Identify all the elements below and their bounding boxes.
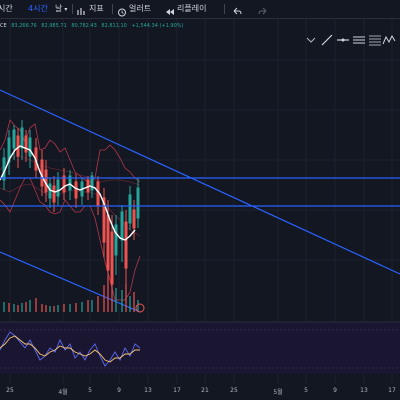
alert-button[interactable]: 얼러트 <box>129 3 151 15</box>
trendlines <box>0 89 400 313</box>
x-axis-tick-label: 13 <box>360 387 368 394</box>
rewind-icon[interactable] <box>165 3 175 15</box>
trading-chart-app: 시간 4시간 날 ▾ 지표 얼러트 리플레이 CE 83,266.76 82,98… <box>0 0 400 400</box>
x-axis-tick-label: 4월 <box>58 389 68 396</box>
oscillator-panel <box>0 321 400 374</box>
undo-icon[interactable] <box>232 3 242 15</box>
x-axis-tick-label: 21 <box>201 387 209 394</box>
redo-icon[interactable] <box>258 3 268 15</box>
interval-4h-button[interactable]: 4시간 <box>28 3 48 15</box>
horizontal-line-tool-icon[interactable] <box>336 32 350 46</box>
x-axis-tick-label: 25 <box>6 387 14 394</box>
x-axis-tick-label: 25 <box>230 387 238 394</box>
x-axis-tick-label: 17 <box>173 387 181 394</box>
ohlc-change: +1,544.34 (+1.90%) <box>131 23 184 29</box>
chevron-down-icon: ▾ <box>64 6 68 13</box>
toolbar-divider <box>112 4 113 14</box>
toolbar-divider <box>72 4 73 14</box>
collapse-icon[interactable] <box>304 32 318 46</box>
alarm-clock-icon[interactable] <box>117 3 127 17</box>
interval-dropdown[interactable]: 날 ▾ <box>55 3 67 15</box>
x-axis-tick-label: 9 <box>117 387 121 394</box>
x-axis-tick-label: 5 <box>88 387 92 394</box>
chart-canvas[interactable] <box>0 0 400 400</box>
descending-trendline-upper <box>0 89 400 275</box>
time-axis[interactable]: 25 4월 5 9 13 17 21 25 5월 5 9 13 17 <box>0 384 400 400</box>
ohlc-readout: CE 83,266.76 82,985.71 80,782.43 82,811.… <box>0 20 186 32</box>
ohlc-high: 82,985.71 <box>41 23 67 29</box>
interval-dropdown-label: 날 <box>55 4 63 13</box>
x-axis-tick-label: 5월 <box>273 389 283 396</box>
drawing-tools <box>304 32 396 46</box>
volume-bars <box>3 278 139 312</box>
ohlc-open: 83,266.76 <box>11 23 37 29</box>
symbol-label: CE <box>0 23 7 29</box>
ohlc-close: 82,811.10 <box>101 23 127 29</box>
pattern-tool-icon[interactable] <box>382 32 396 46</box>
indicators-icon[interactable] <box>77 3 87 15</box>
x-axis-tick-label: 13 <box>144 387 152 394</box>
x-axis-tick-label: 9 <box>333 387 337 394</box>
ohlc-low: 80,782.43 <box>71 23 97 29</box>
parallel-channel-tool-icon[interactable] <box>352 32 366 46</box>
toolbar-divider <box>224 4 225 14</box>
replay-button[interactable]: 리플레이 <box>177 3 206 15</box>
indicators-button[interactable]: 지표 <box>89 3 104 15</box>
trend-line-tool-icon[interactable] <box>320 32 334 46</box>
replay-marker-icon[interactable] <box>135 303 145 313</box>
x-axis-tick-label: 17 <box>388 387 396 394</box>
top-toolbar: 시간 4시간 날 ▾ 지표 얼러트 리플레이 <box>0 0 400 19</box>
interval-hours-button[interactable]: 시간 <box>0 3 13 15</box>
x-axis-tick-label: 5 <box>304 387 308 394</box>
fib-tool-icon[interactable] <box>368 32 382 46</box>
